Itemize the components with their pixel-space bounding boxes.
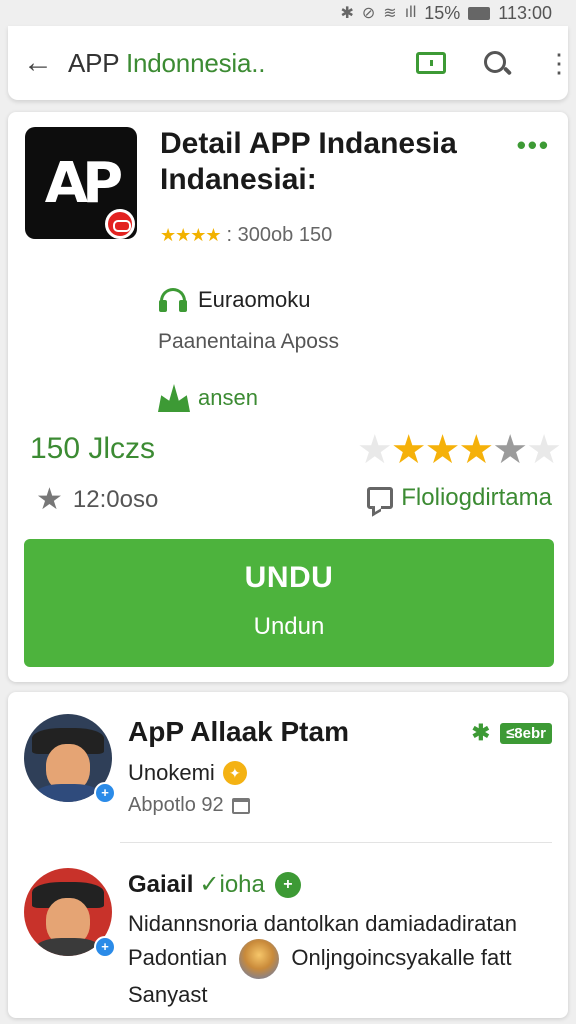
verified-badge-icon: + [94,782,116,804]
app-bar-title-highlight: Indonnesia.. [126,47,266,78]
rating-text: : 300ob 150 [226,224,333,246]
divider [120,842,552,843]
app-rating: ★★★★ : 300ob 150 [160,224,332,247]
battery-icon [468,6,491,20]
app-logo-text: AP [44,150,123,216]
developer-row[interactable]: Euraomoku [158,286,311,314]
app-title: Detail APP Indanesia Indanesiai: [160,126,520,198]
developer-name: Euraomoku [198,287,311,312]
plus-circle-icon: + [274,871,301,898]
star-icon: ★ [458,428,494,472]
app-bar-actions: ⋮ [416,26,572,100]
review-subtitle-text: Unokemi [128,760,215,785]
headphones-icon [158,286,188,314]
review-text-part: Onljngoincsyakalle fatt [291,944,512,970]
bookmark-icon[interactable] [416,52,446,74]
rating-stars: ★★★★★★ [356,427,562,473]
status-bar: ✱ ⊘ ≋ ıll 15% 113:00 [0,0,576,26]
install-button-sublabel: Undun [253,613,325,640]
crown-icon [158,384,190,412]
star-icon: ★ [424,428,461,472]
review-thumbnail[interactable] [239,939,280,979]
plus-icon: ✱ [471,720,491,745]
reviews-link-label: Floliogdirtama [401,484,552,511]
verified-badge-icon: + [94,936,116,958]
signal-icon: ıll [404,4,417,21]
star-icon: ★ [492,428,528,472]
install-button-label: UNDU [244,561,334,594]
developer-subtitle: Paanentaina Aposs [158,330,339,353]
app-detail-card: AP Detail APP Indanesia Indanesiai: ••• … [8,112,568,682]
review-tag-pill: ≤8ebr [500,722,552,744]
install-button[interactable]: UNDU Undun [24,539,554,667]
star-icon: ★ [390,428,427,472]
bluetooth-icon: ✱ [340,5,354,22]
review-meta: Abpotlo 92 [128,794,250,817]
back-button[interactable]: ← [8,26,68,100]
star-icon: ★ [356,428,393,472]
star-icon: ★ [36,483,63,516]
calendar-icon [231,797,250,814]
arrow-back-icon: ← [23,46,53,79]
star-icon: ★ [526,428,562,472]
review-subtitle: Unokemi ✦ [128,760,247,786]
review-count-value: 12:0oso [72,485,159,513]
more-vert-icon[interactable]: ⋮ [546,50,572,76]
logo-badge-icon [105,209,135,239]
app-bar-title: APP Indonnesia.. [68,48,265,79]
app-title-line2: Indanesiai: [160,163,317,196]
review-text-line: Nidannsnoria dantolkan damiadadiratan [128,911,517,936]
review-text-line: Padontian Onljngoincsyakalle fatt [128,939,558,979]
review-author[interactable]: Gaiail ✓ioha + [128,870,301,899]
wifi-icon: ≋ [383,5,397,22]
download-count: 150 Jlczs [30,432,156,465]
comment-icon [367,487,394,509]
review-meta-text: Abpotlo 92 [128,794,224,816]
app-bar: ← APP Indonnesia.. ⋮ [8,26,572,100]
reviews-card: + ApP Allaak Ptam ✱ ≤8ebr Unokemi ✦ Abpo… [8,692,568,1018]
review-author-prefix: Gaiail [128,870,194,898]
app-title-line1: Detail APP Indanesia [160,127,457,160]
review-text-part: Padontian [128,944,228,970]
review-text-line: Sanyast [128,982,208,1007]
mute-icon: ⊘ [361,5,376,22]
more-horiz-icon[interactable]: ••• [517,130,550,161]
review-author-highlight: ✓ioha [199,871,265,898]
award-icon: ✦ [222,761,247,785]
reviews-link[interactable]: Floliogdirtama [367,484,552,512]
battery-percent: 15% [424,2,461,23]
review-author[interactable]: ApP Allaak Ptam [128,716,349,748]
review-text: Nidannsnoria dantolkan damiadadiratan Pa… [128,908,558,1010]
rating-stars-small: ★★★★ [160,225,222,245]
app-bar-title-prefix: APP [68,47,119,78]
category-tag[interactable]: ansen [158,384,258,412]
review-tag: ✱ ≤8ebr [472,720,552,746]
status-time: 113:00 [498,2,552,23]
review-count: ★ 12:0oso [36,482,158,517]
search-icon[interactable] [482,49,513,77]
category-label: ansen [198,385,258,410]
